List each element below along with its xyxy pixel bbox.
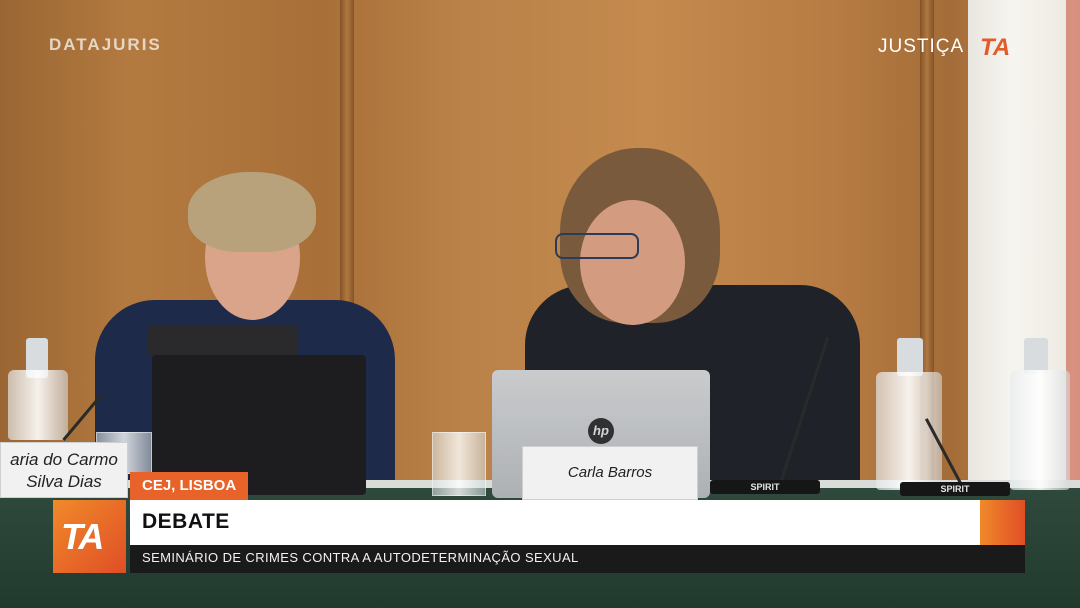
hp-logo-icon: hp [588, 418, 614, 444]
laptop-lid-back [148, 326, 298, 356]
microphone-base: SPIRIT [710, 480, 820, 494]
microphone-base: SPIRIT [900, 482, 1010, 496]
nameplate-right: Carla Barros [522, 446, 698, 500]
nameplate-left-line1: aria do Carmo [10, 450, 118, 469]
water-bottle [8, 370, 68, 440]
ta-logo-icon: TA [61, 516, 104, 557]
title-bar [130, 500, 980, 545]
lower-third-logo: TA [53, 500, 126, 573]
water-bottle [1010, 370, 1070, 490]
nameplate-left-line2: Silva Dias [26, 472, 102, 491]
drinking-glass [432, 432, 486, 496]
ta-logo-icon: TA [980, 34, 1011, 61]
speaker-right-head [580, 200, 685, 325]
glasses [555, 233, 639, 259]
bottle-neck [1024, 338, 1048, 374]
lower-third-subtitle: SEMINÁRIO DE CRIMES CONTRA A AUTODETERMI… [142, 550, 579, 565]
datajuris-logo: DATAJURIS [49, 35, 162, 54]
video-frame: hp SPIRIT SPIRIT aria do Carmo Silva Dia… [0, 0, 1080, 608]
nameplate-left: aria do Carmo Silva Dias [0, 442, 128, 498]
speaker-left-hair [188, 172, 316, 252]
bottle-neck [897, 338, 923, 376]
title-accent [980, 500, 1025, 545]
location-tag: CEJ, LISBOA [130, 472, 249, 500]
lower-third-title: DEBATE [142, 510, 230, 533]
justica-logo: JUSTIÇA [878, 36, 965, 57]
